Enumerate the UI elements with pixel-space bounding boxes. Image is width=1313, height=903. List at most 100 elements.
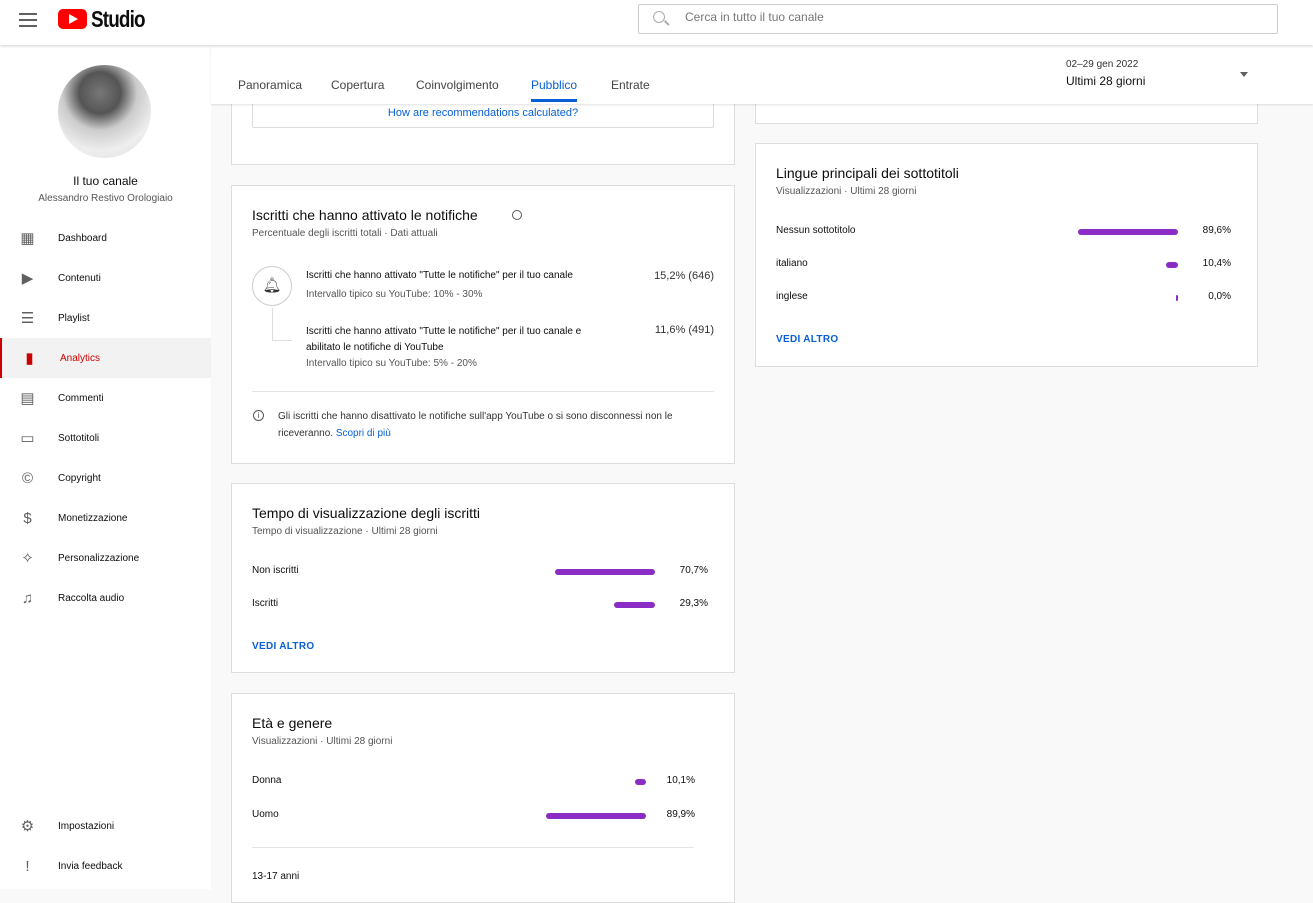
sidebar-item-label: Dashboard xyxy=(58,232,107,244)
sidebar-item-label: Monetizzazione xyxy=(58,512,128,524)
subtitles-icon: ▭ xyxy=(20,429,35,447)
row-label: Non iscritti xyxy=(252,565,299,576)
row-label: Iscritti xyxy=(252,598,279,609)
search-box[interactable] xyxy=(638,4,1278,34)
row-value: 10,1% xyxy=(666,775,695,786)
tab-bar: Panoramica Copertura Coinvolgimento Pubblic… xyxy=(211,45,1313,104)
date-period[interactable]: Ultimi 28 giorni xyxy=(1066,74,1145,88)
bar xyxy=(546,813,646,819)
notif-info: Gli iscritti che hanno disattivato le no… xyxy=(278,408,718,442)
channel-title: Il tuo canale xyxy=(73,174,138,188)
sidebar-item-label: Sottotitoli xyxy=(58,432,100,444)
bell-icon: 🔔︎ xyxy=(252,266,292,306)
sidebar-item-commenti[interactable]: ▤ Commenti xyxy=(0,378,211,418)
notifications-card: Iscritti che hanno attivato le notifiche… xyxy=(231,185,735,464)
bar xyxy=(555,569,655,575)
comment-icon: ▤ xyxy=(20,389,35,407)
tab-coinvolgimento[interactable]: Coinvolgimento xyxy=(416,78,499,92)
sidebar-item-invia-feedback[interactable]: ! Invia feedback xyxy=(0,846,211,886)
sidebar-item-personalizzazione[interactable]: ✧ Personalizzazione xyxy=(0,538,211,578)
sidebar-item-playlist[interactable]: ☰ Playlist xyxy=(0,298,211,338)
sidebar-item-analytics[interactable]: ▮ Analytics xyxy=(0,338,211,378)
row-value: 70,7% xyxy=(679,565,708,576)
sidebar-item-copyright[interactable]: © Copyright xyxy=(0,458,211,498)
copyright-icon: © xyxy=(21,469,34,487)
learn-more-link[interactable]: Scopri di più xyxy=(336,428,391,439)
tab-panoramica[interactable]: Panoramica xyxy=(238,78,302,92)
sidebar-item-label: Contenuti xyxy=(58,272,101,284)
card-subtitle: Percentuale degli iscritti totali · Dati… xyxy=(252,228,438,239)
hamburger-menu-icon[interactable] xyxy=(19,13,37,27)
dashboard-icon: ▦ xyxy=(20,229,35,247)
sidebar-item-monetizzazione[interactable]: $ Monetizzazione xyxy=(0,498,211,538)
card-subtitle: Visualizzazioni · Ultimi 28 giorni xyxy=(776,186,917,197)
dollar-icon: $ xyxy=(23,509,32,527)
tab-entrate[interactable]: Entrate xyxy=(611,78,650,92)
card-subtitle: Tempo di visualizzazione · Ultimi 28 gio… xyxy=(252,526,438,537)
sidebar-item-label: Analytics xyxy=(60,352,101,364)
card-title: Tempo di visualizzazione degli iscritti xyxy=(252,505,480,521)
age-group-label: 13-17 anni xyxy=(252,871,300,882)
subtitle-languages-card: Lingue principali dei sottotitoli Visual… xyxy=(755,143,1258,367)
card-title: Età e genere xyxy=(252,715,333,731)
feedback-icon: ! xyxy=(25,857,30,875)
age-gender-card: Età e genere Visualizzazioni · Ultimi 28… xyxy=(231,693,735,903)
studio-logo-text[interactable]: Studio xyxy=(91,6,146,33)
row-value: 29,3% xyxy=(679,598,708,609)
sidebar-item-label: Raccolta audio xyxy=(58,592,125,604)
divider xyxy=(252,391,714,392)
search-input[interactable] xyxy=(685,10,1245,24)
row-label: italiano xyxy=(776,258,808,269)
row-label: Uomo xyxy=(252,809,279,820)
notif-row2-range: Intervallo tipico su YouTube: 5% - 20% xyxy=(306,358,477,369)
tab-pubblico[interactable]: Pubblico xyxy=(531,78,578,102)
connector-line xyxy=(272,308,292,341)
card-title: Lingue principali dei sottotitoli xyxy=(776,165,959,181)
info-icon: i xyxy=(253,410,264,421)
top-bar: Studio xyxy=(0,0,1313,45)
sidebar: Il tuo canale Alessandro Restivo Orologi… xyxy=(0,45,211,889)
sidebar-item-label: Copyright xyxy=(58,472,101,484)
card-subtitle: Visualizzazioni · Ultimi 28 giorni xyxy=(252,736,393,747)
row-label: Nessun sottotitolo xyxy=(776,225,856,236)
clock-icon[interactable] xyxy=(512,210,522,220)
sidebar-item-sottotitoli[interactable]: ▭ Sottotitoli xyxy=(0,418,211,458)
sidebar-item-contenuti[interactable]: ▶ Contenuti xyxy=(0,258,211,298)
date-range[interactable]: 02–29 gen 2022 xyxy=(1066,59,1138,70)
search-icon xyxy=(653,11,665,23)
playlist-icon: ☰ xyxy=(20,309,35,327)
bar xyxy=(1078,229,1178,235)
gear-icon: ⚙ xyxy=(20,817,35,835)
audio-library-icon: ♫ xyxy=(21,589,34,607)
magic-wand-icon: ✧ xyxy=(21,549,34,567)
row-label: inglese xyxy=(776,291,808,302)
chevron-down-icon[interactable] xyxy=(1240,72,1248,77)
card-title: Iscritti che hanno attivato le notifiche xyxy=(252,207,478,223)
notif-row2-value: 11,6% (491) xyxy=(654,324,714,336)
youtube-logo-icon[interactable] xyxy=(58,9,87,29)
recommendations-link[interactable]: How are recommendations calculated? xyxy=(253,107,713,119)
sidebar-item-label: Invia feedback xyxy=(58,860,123,872)
sidebar-item-raccolta-audio[interactable]: ♫ Raccolta audio xyxy=(0,578,211,618)
tab-copertura[interactable]: Copertura xyxy=(331,78,384,92)
see-more-button[interactable]: VEDI ALTRO xyxy=(776,334,838,345)
notif-row1-range: Intervallo tipico su YouTube: 10% - 30% xyxy=(306,289,483,300)
divider xyxy=(252,847,694,848)
sidebar-item-dashboard[interactable]: ▦ Dashboard xyxy=(0,218,211,258)
sidebar-item-label: Commenti xyxy=(58,392,104,404)
row-label: Donna xyxy=(252,775,282,786)
sidebar-item-label: Impostazioni xyxy=(58,820,115,832)
sidebar-item-impostazioni[interactable]: ⚙ Impostazioni xyxy=(0,806,211,846)
notif-row1-text: Iscritti che hanno attivato "Tutte le no… xyxy=(306,270,573,281)
notif-row1-value: 15,2% (646) xyxy=(654,270,714,282)
row-value: 89,9% xyxy=(666,809,695,820)
channel-name: Alessandro Restivo Orologiaio xyxy=(38,193,173,204)
avatar[interactable] xyxy=(58,65,151,158)
row-value: 89,6% xyxy=(1202,225,1231,236)
row-value: 10,4% xyxy=(1202,258,1231,269)
analytics-icon: ▮ xyxy=(25,349,34,367)
notif-row2-text: Iscritti che hanno attivato "Tutte le no… xyxy=(306,326,582,353)
sidebar-item-label: Personalizzazione xyxy=(58,552,140,564)
video-icon: ▶ xyxy=(21,269,34,287)
see-more-button[interactable]: VEDI ALTRO xyxy=(252,641,314,652)
